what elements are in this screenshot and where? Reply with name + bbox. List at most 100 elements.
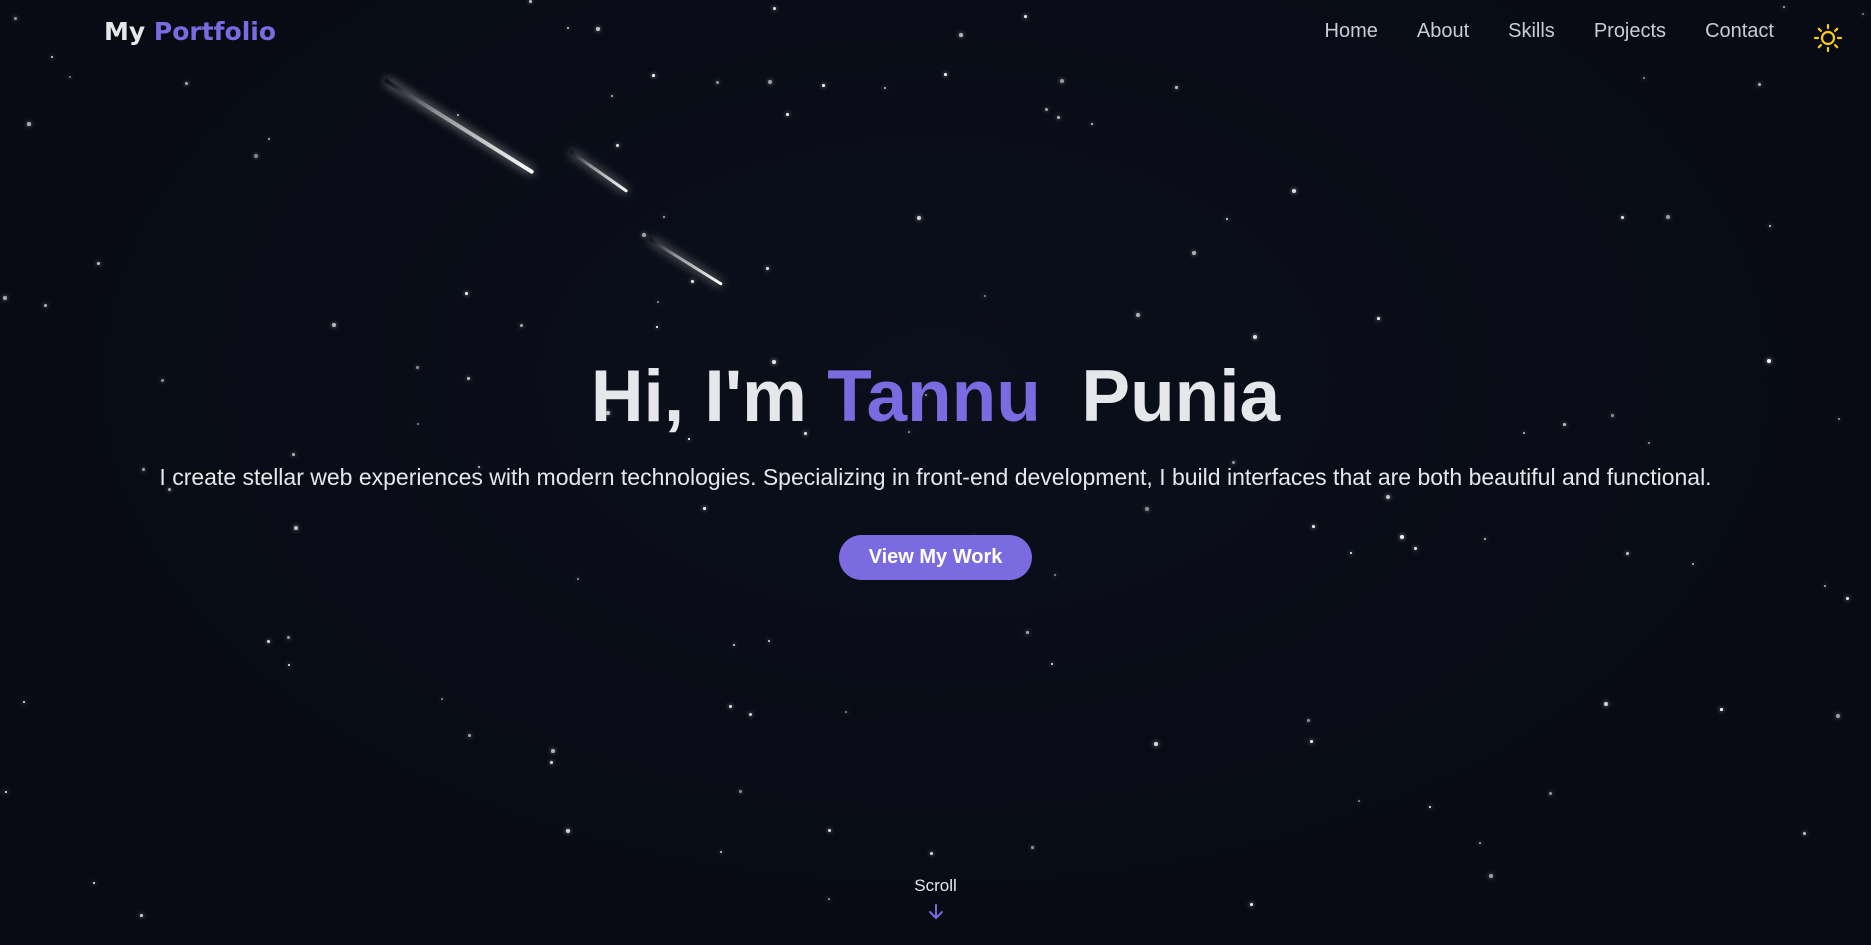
top-navbar: My Portfolio Home About Skills Projects …	[0, 0, 1871, 66]
star	[1175, 86, 1178, 89]
star	[520, 324, 524, 328]
star	[1836, 714, 1840, 718]
star	[1803, 832, 1806, 835]
nav-menu: Home About Skills Projects Contact	[1286, 20, 1774, 43]
star	[786, 113, 790, 117]
star	[944, 73, 947, 76]
star	[1720, 708, 1723, 711]
star	[3, 296, 8, 301]
star	[1045, 108, 1048, 111]
shooting-star	[569, 150, 629, 193]
star	[441, 698, 444, 701]
star	[1136, 313, 1141, 318]
star	[332, 323, 336, 327]
star	[185, 82, 189, 86]
star	[1192, 251, 1196, 255]
star	[268, 138, 270, 140]
star	[1666, 215, 1671, 220]
star	[468, 734, 471, 737]
star	[254, 154, 258, 158]
nav-link-about[interactable]: About	[1417, 20, 1469, 43]
star	[1479, 842, 1481, 844]
nav-link-contact[interactable]: Contact	[1705, 20, 1774, 43]
star	[768, 640, 770, 642]
hero-section: Hi, I'm Tannu Punia I create stellar web…	[0, 355, 1871, 580]
star	[1307, 719, 1310, 722]
star	[1377, 317, 1380, 320]
star	[917, 216, 921, 220]
star	[1253, 335, 1258, 340]
arrow-down-icon	[928, 904, 943, 919]
star	[1429, 806, 1432, 809]
star	[657, 301, 660, 304]
sun-icon	[1813, 23, 1843, 53]
star	[44, 304, 48, 308]
site-logo[interactable]: My Portfolio	[104, 17, 276, 46]
star	[27, 122, 31, 126]
star	[984, 295, 987, 298]
star	[1292, 189, 1296, 193]
star	[766, 267, 770, 271]
star	[716, 81, 720, 85]
star	[566, 829, 571, 834]
star	[884, 87, 887, 90]
star	[1060, 79, 1065, 84]
star	[749, 713, 753, 717]
shooting-star	[383, 78, 535, 175]
star	[652, 74, 655, 77]
hero-greeting: Hi, I'm	[590, 356, 807, 437]
logo-text-portfolio: Portfolio	[153, 17, 277, 46]
logo-text-my: My	[104, 17, 146, 46]
star	[729, 705, 733, 709]
star	[930, 852, 934, 856]
hero-first-name: Tannu	[827, 356, 1041, 437]
star	[457, 114, 459, 116]
star	[1846, 597, 1850, 601]
scroll-label: Scroll	[914, 876, 957, 895]
star	[768, 80, 772, 84]
star	[828, 829, 831, 832]
star	[1643, 77, 1645, 79]
star	[1824, 585, 1826, 587]
star	[720, 851, 723, 854]
star	[733, 644, 736, 647]
star	[845, 711, 847, 713]
nav-link-home[interactable]: Home	[1325, 20, 1378, 43]
hero-heading: Hi, I'm Tannu Punia	[0, 355, 1871, 438]
star	[1031, 846, 1034, 849]
view-my-work-button[interactable]: View My Work	[838, 535, 1033, 580]
star	[656, 326, 658, 328]
star	[23, 701, 25, 703]
star	[1358, 800, 1360, 802]
star	[1769, 225, 1772, 228]
scroll-indicator[interactable]: Scroll	[0, 876, 1871, 922]
star	[691, 280, 695, 284]
star	[1549, 792, 1553, 796]
nav-link-projects[interactable]: Projects	[1594, 20, 1666, 43]
star	[616, 144, 620, 148]
star	[1154, 742, 1159, 747]
star	[1310, 740, 1313, 743]
star	[1051, 663, 1053, 665]
portfolio-page: My Portfolio Home About Skills Projects …	[0, 0, 1871, 945]
star	[550, 761, 554, 765]
star	[5, 791, 7, 793]
star	[1226, 218, 1229, 221]
star	[551, 749, 555, 753]
star	[97, 262, 100, 265]
hero-description: I create stellar web experiences with mo…	[159, 464, 1712, 490]
star	[822, 84, 826, 88]
hero-last-name: Punia	[1081, 356, 1281, 437]
star	[288, 664, 290, 666]
star	[1057, 116, 1061, 120]
star	[1026, 631, 1029, 634]
star	[69, 76, 71, 78]
shooting-star	[649, 238, 723, 286]
star	[465, 292, 468, 295]
theme-toggle-button[interactable]	[1813, 23, 1843, 53]
star	[1758, 83, 1762, 87]
nav-link-skills[interactable]: Skills	[1508, 20, 1555, 43]
star	[1604, 702, 1609, 707]
star	[642, 233, 647, 238]
star	[739, 790, 743, 794]
